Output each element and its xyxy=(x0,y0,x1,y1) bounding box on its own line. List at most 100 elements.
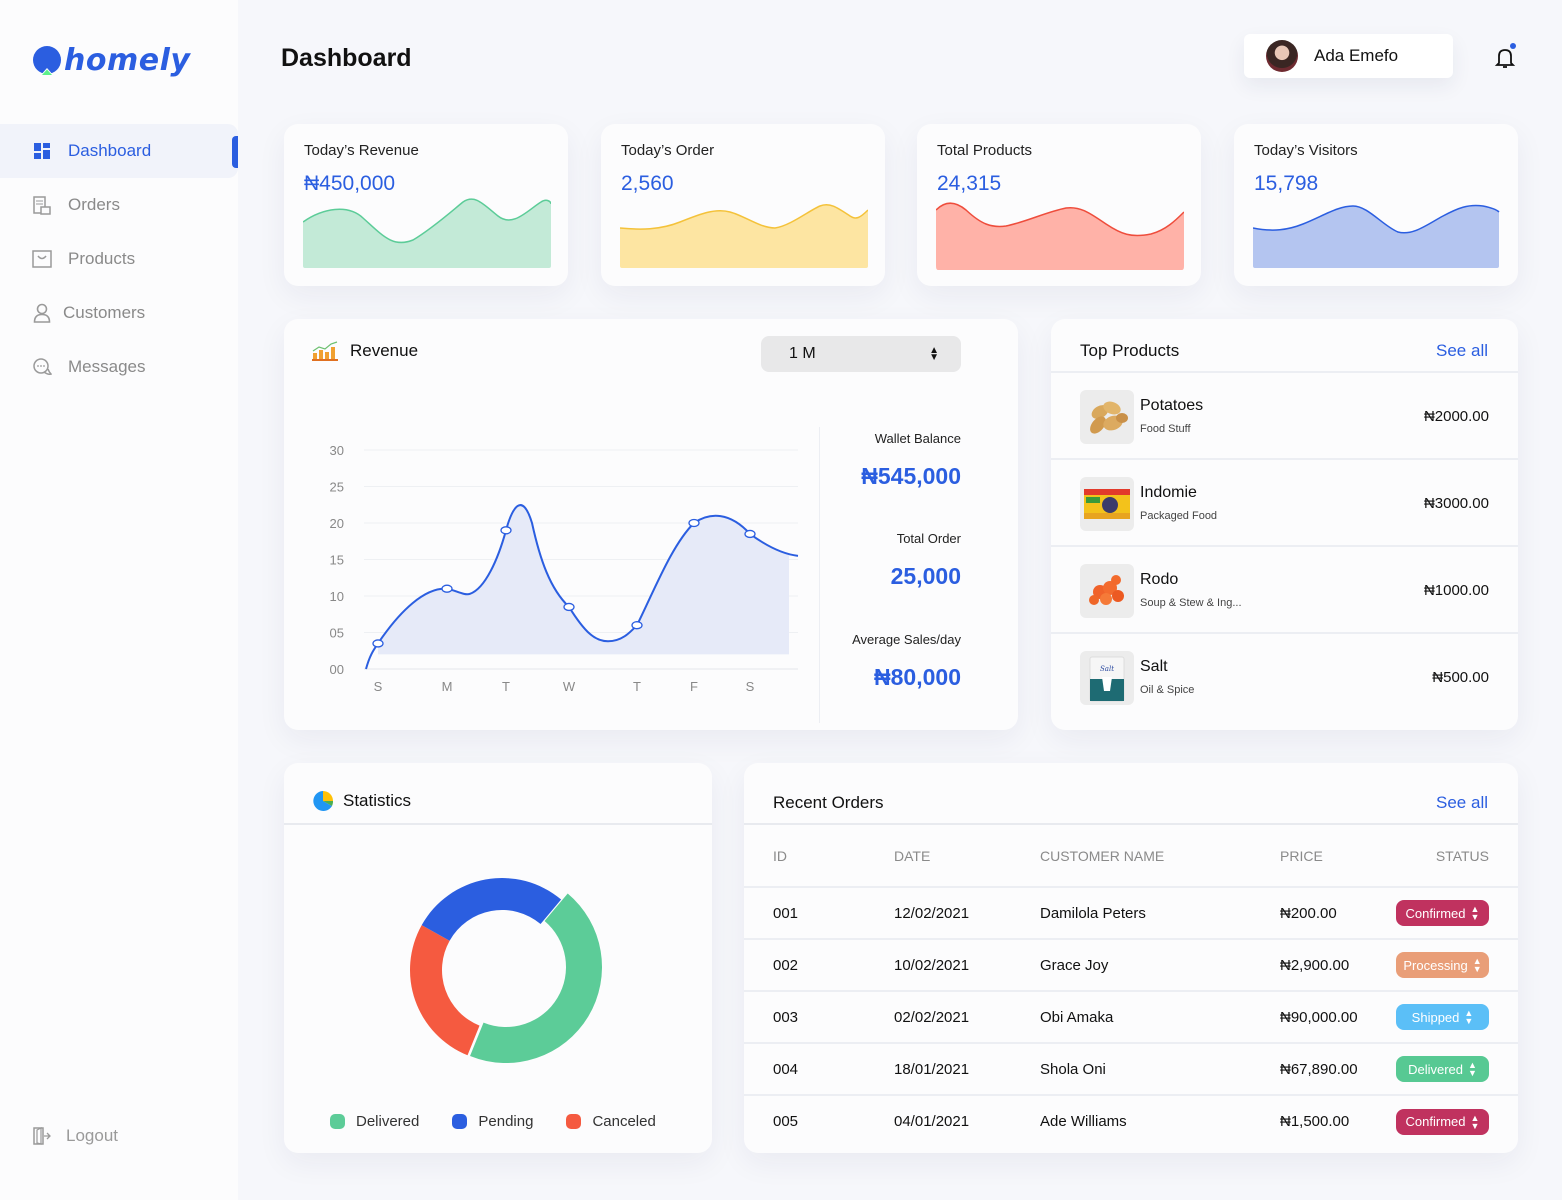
orders-table: ID DATE CUSTOMER NAME PRICE STATUS 001 1… xyxy=(744,825,1518,1147)
user-menu[interactable]: Ada Emefo xyxy=(1244,34,1453,78)
sort-arrows-icon: ▲ ▼ xyxy=(1472,956,1482,974)
sidebar-item-customers[interactable]: Customers xyxy=(0,286,238,340)
revenue-chart-icon xyxy=(312,341,338,361)
order-customer: Ade Williams xyxy=(1040,1113,1127,1130)
order-price: ₦1,500.00 xyxy=(1280,1113,1350,1130)
page-title: Dashboard xyxy=(281,44,412,72)
status-label: Processing xyxy=(1403,957,1468,973)
metric-wallet-balance: Wallet Balance ₦545,000 xyxy=(861,431,961,490)
column-header-date[interactable]: DATE xyxy=(894,825,1040,888)
data-point xyxy=(372,639,384,648)
product-row[interactable]: Potatoes Food Stuff ₦2000.00 xyxy=(1051,373,1518,460)
order-date: 10/02/2021 xyxy=(894,939,1040,992)
sort-arrows-icon: ▲ ▼ xyxy=(1464,1008,1474,1026)
order-id: 004 xyxy=(744,1043,894,1096)
y-tick-label: 05 xyxy=(330,626,344,641)
sidebar-item-products[interactable]: Products xyxy=(0,232,238,286)
revenue-title-text: Revenue xyxy=(350,341,419,360)
data-point xyxy=(441,584,453,593)
x-tick-label: S xyxy=(746,679,755,694)
sparkline-chart xyxy=(1253,204,1500,268)
table-row[interactable]: 004 18/01/2021 Shola Oni ₦67,890.00 Deli… xyxy=(744,1043,1518,1096)
sidebar-nav: Dashboard Orders Products Customers Mess… xyxy=(0,124,238,394)
legend-label: Delivered xyxy=(356,1113,420,1130)
status-select[interactable]: Confirmed ▲ ▼ xyxy=(1396,900,1489,926)
donut-segment-canceled[interactable] xyxy=(410,925,480,1056)
product-row[interactable]: Rodo Soup & Stew & Ing... ₦1000.00 xyxy=(1051,547,1518,634)
x-tick-label: S xyxy=(374,679,383,694)
orders-icon xyxy=(32,195,52,215)
sparkline-chart xyxy=(303,198,551,268)
sidebar-item-orders[interactable]: Orders xyxy=(0,178,238,232)
column-header-status[interactable]: STATUS xyxy=(1392,825,1518,888)
metric-value: ₦80,000 xyxy=(874,664,961,690)
product-row[interactable]: Indomie Packaged Food ₦3000.00 xyxy=(1051,460,1518,547)
status-select[interactable]: Processing ▲ ▼ xyxy=(1396,952,1489,978)
status-label: Shipped xyxy=(1411,1009,1460,1025)
status-donut-chart xyxy=(410,878,602,1063)
metric-label: Average Sales/day xyxy=(852,632,961,647)
order-status-cell: Delivered ▲ ▼ xyxy=(1392,1043,1518,1096)
grid-icon xyxy=(32,141,52,161)
column-header-price[interactable]: PRICE xyxy=(1280,825,1392,888)
logout-button[interactable]: Logout xyxy=(32,1126,118,1146)
order-date: 04/01/2021 xyxy=(894,1113,970,1130)
metric-total-order: Total Order 25,000 xyxy=(891,531,961,590)
product-price: ₦500.00 xyxy=(1432,669,1489,686)
sort-arrows-icon: ▲ ▼ xyxy=(1470,1112,1480,1131)
order-price: ₦2,900.00 xyxy=(1280,939,1392,992)
status-select[interactable]: Shipped ▲ ▼ xyxy=(1396,1004,1489,1030)
status-select[interactable]: Delivered ▲ ▼ xyxy=(1396,1056,1489,1082)
stat-value: 15,798 xyxy=(1254,172,1319,195)
stat-label: Today’s Order xyxy=(621,142,715,159)
product-row[interactable]: Salt Salt Oil & Spice ₦500.00 xyxy=(1051,634,1518,721)
table-row[interactable]: 003 02/02/2021 Obi Amaka ₦90,000.00 Ship… xyxy=(744,991,1518,1044)
sidebar-item-dashboard[interactable]: Dashboard xyxy=(0,124,238,178)
order-id: 002 xyxy=(744,939,894,992)
stat-card-visitors: Today’s Visitors 15,798 xyxy=(1234,124,1518,286)
stat-label: Total Products xyxy=(937,142,1033,159)
user-icon xyxy=(32,303,52,323)
period-select[interactable]: 1 M ▲ ▼ xyxy=(761,336,961,372)
x-tick-label: W xyxy=(563,679,576,694)
order-price: ₦67,890.00 xyxy=(1280,1043,1392,1096)
status-label: Confirmed xyxy=(1405,1114,1466,1129)
sidebar-item-label: Dashboard xyxy=(68,141,152,160)
potato-thumbnail xyxy=(1080,390,1134,444)
product-price: ₦2000.00 xyxy=(1423,408,1489,425)
top-products-see-all-link[interactable]: See all xyxy=(1436,341,1488,361)
sidebar-item-label: Products xyxy=(68,249,136,268)
table-row[interactable]: 001 12/02/2021 Damilola Peters ₦200.00 C… xyxy=(744,887,1518,940)
order-status-cell: Shipped ▲ ▼ xyxy=(1392,991,1518,1044)
y-tick-label: 10 xyxy=(330,589,344,604)
column-header-id[interactable]: ID xyxy=(744,825,894,888)
order-id: 005 xyxy=(773,1113,799,1130)
period-value: 1 M xyxy=(789,345,816,362)
statistics-card: Statistics Delivered Pending Canceled xyxy=(284,763,712,1153)
metric-value: ₦545,000 xyxy=(861,463,961,489)
status-select[interactable]: Confirmed ▲ ▼ xyxy=(1396,1108,1489,1135)
chat-icon xyxy=(32,357,52,377)
y-tick-label: 00 xyxy=(330,662,344,677)
donut-segment-pending[interactable] xyxy=(421,878,562,941)
stat-card-orders: Today’s Order 2,560 xyxy=(601,124,885,286)
legend-label: Pending xyxy=(478,1113,534,1130)
sort-arrows-icon: ▲ ▼ xyxy=(1468,1060,1477,1078)
stat-value: 24,315 xyxy=(937,172,1002,195)
brand-logo[interactable]: homely xyxy=(32,44,190,78)
sparkline-chart xyxy=(620,204,868,268)
notifications-button[interactable] xyxy=(1494,43,1516,70)
sort-arrows-icon: ▲ ▼ xyxy=(1470,904,1480,922)
recent-orders-see-all-link[interactable]: See all xyxy=(1436,793,1488,813)
column-header-customer[interactable]: CUSTOMER NAME xyxy=(1040,825,1280,888)
metric-average-sales: Average Sales/day ₦80,000 xyxy=(852,632,961,691)
statistics-title: Statistics xyxy=(313,791,411,811)
table-row[interactable]: 005 04/01/2021 Ade Williams ₦1,500.00 Co… xyxy=(744,1095,1518,1147)
table-row[interactable]: 002 10/02/2021 Grace Joy ₦2,900.00 Proce… xyxy=(744,939,1518,992)
product-price: ₦3000.00 xyxy=(1423,495,1489,512)
revenue-divider xyxy=(819,427,820,723)
sidebar-item-messages[interactable]: Messages xyxy=(0,340,238,394)
top-products-card: Top Products See all Potatoes Food Stuff… xyxy=(1051,319,1518,730)
user-name: Ada Emefo xyxy=(1314,46,1399,65)
metric-value: 25,000 xyxy=(890,563,961,589)
